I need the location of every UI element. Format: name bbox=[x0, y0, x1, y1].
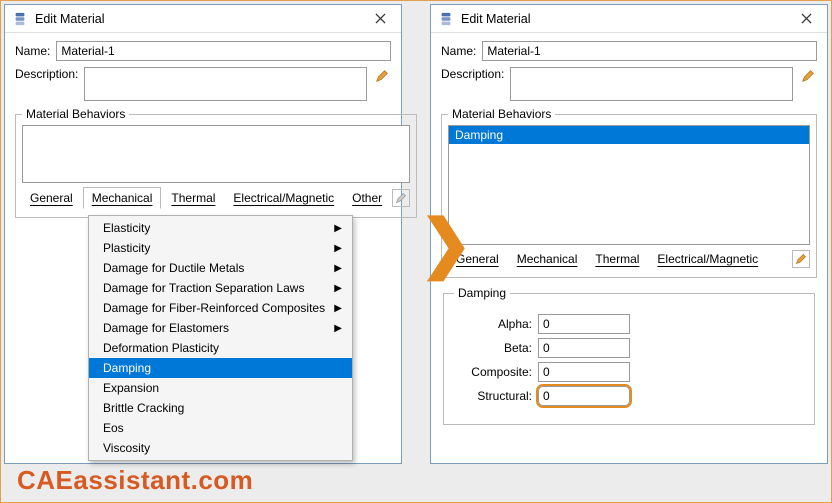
submenu-arrow-icon: ▶ bbox=[334, 243, 342, 254]
titlebar: Edit Material bbox=[5, 5, 401, 33]
menu-damping[interactable]: Damping bbox=[89, 358, 352, 378]
titlebar: Edit Material bbox=[431, 5, 827, 33]
composite-input[interactable] bbox=[538, 362, 630, 382]
edit-description-button[interactable] bbox=[373, 67, 391, 85]
dialog-title: Edit Material bbox=[461, 12, 791, 26]
menu-damage-fiber[interactable]: Damage for Fiber-Reinforced Composites▶ bbox=[89, 298, 352, 318]
menu-deformation-plasticity[interactable]: Deformation Plasticity bbox=[89, 338, 352, 358]
submenu-arrow-icon: ▶ bbox=[334, 283, 342, 294]
tabs-bar: General Mechanical Thermal Electrical/Ma… bbox=[22, 187, 410, 209]
menu-damage-ductile[interactable]: Damage for Ductile Metals▶ bbox=[89, 258, 352, 278]
tab-other[interactable]: Other bbox=[344, 188, 390, 208]
menu-viscosity[interactable]: Viscosity bbox=[89, 438, 352, 458]
app-icon bbox=[13, 12, 27, 26]
edit-description-button[interactable] bbox=[799, 67, 817, 85]
material-behaviors-group: Material Behaviors Damping General Mecha… bbox=[441, 107, 817, 278]
description-label: Description: bbox=[441, 67, 504, 81]
submenu-arrow-icon: ▶ bbox=[334, 263, 342, 274]
name-label: Name: bbox=[441, 44, 476, 58]
menu-damage-elastomers[interactable]: Damage for Elastomers▶ bbox=[89, 318, 352, 338]
submenu-arrow-icon: ▶ bbox=[334, 303, 342, 314]
mechanical-menu: Elasticity▶ Plasticity▶ Damage for Ducti… bbox=[88, 215, 353, 461]
edit-material-dialog-right: Edit Material Name: Description: Materia… bbox=[430, 4, 828, 464]
description-label: Description: bbox=[15, 67, 78, 81]
alpha-input[interactable] bbox=[538, 314, 630, 334]
edit-material-dialog-left: Edit Material Name: Description: Materia… bbox=[4, 4, 402, 464]
menu-brittle-cracking[interactable]: Brittle Cracking bbox=[89, 398, 352, 418]
menu-expansion[interactable]: Expansion bbox=[89, 378, 352, 398]
app-icon bbox=[439, 12, 453, 26]
damping-group: Damping Alpha: Beta: Composite: Structur… bbox=[443, 286, 815, 425]
name-input[interactable] bbox=[56, 41, 391, 61]
dialog-title: Edit Material bbox=[35, 12, 365, 26]
menu-elasticity[interactable]: Elasticity▶ bbox=[89, 218, 352, 238]
submenu-arrow-icon: ▶ bbox=[334, 223, 342, 234]
tab-electrical[interactable]: Electrical/Magnetic bbox=[649, 249, 766, 269]
tab-thermal[interactable]: Thermal bbox=[163, 188, 223, 208]
material-behaviors-group: Material Behaviors General Mechanical Th… bbox=[15, 107, 417, 218]
name-label: Name: bbox=[15, 44, 50, 58]
submenu-arrow-icon: ▶ bbox=[334, 323, 342, 334]
description-input[interactable] bbox=[510, 67, 793, 101]
close-button[interactable] bbox=[791, 8, 821, 30]
tab-general[interactable]: General bbox=[22, 188, 81, 208]
close-button[interactable] bbox=[365, 8, 395, 30]
behaviors-legend: Material Behaviors bbox=[448, 107, 555, 121]
behaviors-list[interactable]: Damping bbox=[448, 125, 810, 245]
description-input[interactable] bbox=[84, 67, 367, 101]
name-input[interactable] bbox=[482, 41, 817, 61]
tab-thermal[interactable]: Thermal bbox=[587, 249, 647, 269]
menu-eos[interactable]: Eos bbox=[89, 418, 352, 438]
damping-legend: Damping bbox=[454, 286, 510, 300]
delete-behavior-button[interactable] bbox=[792, 250, 810, 268]
alpha-label: Alpha: bbox=[454, 317, 532, 331]
structural-input[interactable] bbox=[538, 386, 630, 406]
tab-electrical[interactable]: Electrical/Magnetic bbox=[225, 188, 342, 208]
menu-plasticity[interactable]: Plasticity▶ bbox=[89, 238, 352, 258]
beta-label: Beta: bbox=[454, 341, 532, 355]
tab-mechanical[interactable]: Mechanical bbox=[83, 187, 162, 209]
beta-input[interactable] bbox=[538, 338, 630, 358]
delete-behavior-button[interactable] bbox=[392, 189, 410, 207]
behaviors-legend: Material Behaviors bbox=[22, 107, 129, 121]
composite-label: Composite: bbox=[454, 365, 532, 379]
watermark: CAEassistant.com bbox=[17, 465, 253, 496]
tabs-bar: General Mechanical Thermal Electrical/Ma… bbox=[448, 249, 810, 269]
behavior-damping[interactable]: Damping bbox=[449, 126, 809, 144]
behaviors-list[interactable] bbox=[22, 125, 410, 183]
menu-damage-traction[interactable]: Damage for Traction Separation Laws▶ bbox=[89, 278, 352, 298]
tab-mechanical[interactable]: Mechanical bbox=[509, 249, 586, 269]
structural-label: Structural: bbox=[454, 389, 532, 403]
sequence-arrow-icon: ❯ bbox=[419, 206, 473, 281]
